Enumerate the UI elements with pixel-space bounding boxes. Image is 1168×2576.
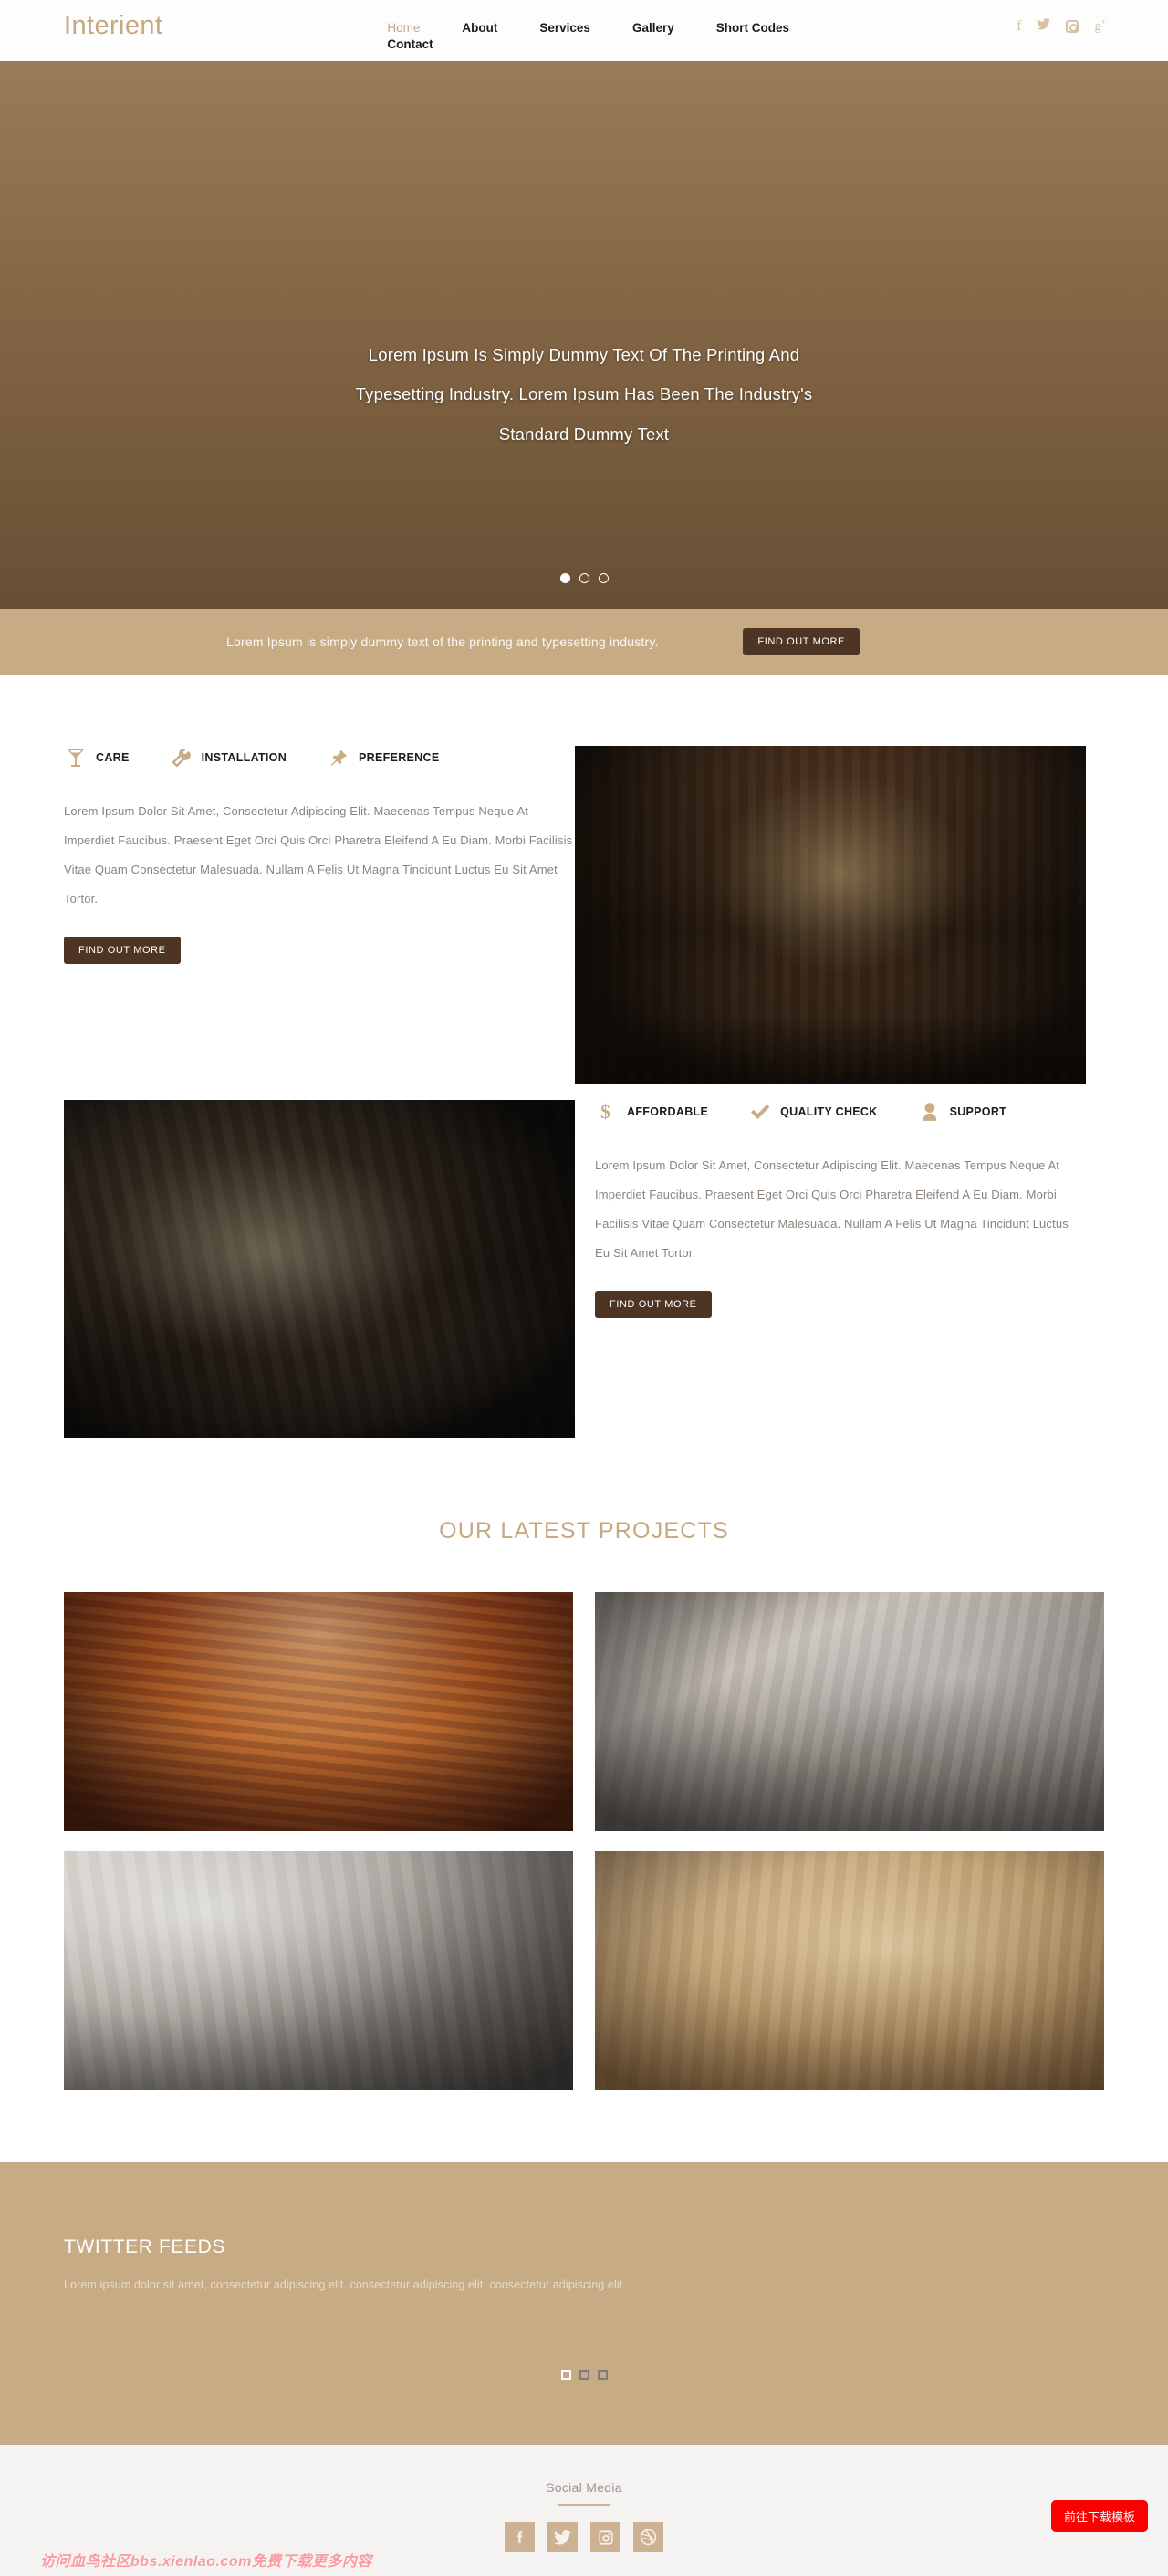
nav-item-about[interactable]: About (462, 20, 497, 37)
hero-dot-2[interactable] (579, 573, 589, 583)
nav-item-short-codes[interactable]: Short Codes (716, 20, 789, 37)
footer-divider (558, 2504, 610, 2506)
hero-caption: Lorem Ipsum Is Simply Dummy Text Of The … (0, 335, 1168, 454)
feature-one-service-row: CARE INSTALLATION PREFERENCE (64, 746, 575, 770)
service-support[interactable]: SUPPORT (918, 1100, 1007, 1124)
service-affordable[interactable]: $ AFFORDABLE (595, 1100, 708, 1124)
wrench-icon (170, 746, 193, 770)
service-preference-label: PREFERENCE (359, 751, 440, 764)
service-care[interactable]: CARE (64, 746, 130, 770)
site-header: Interient Home About Services Gallery Sh… (0, 0, 1168, 61)
feature-two-text-column: $ AFFORDABLE QUALITY CHECK SUPPORT Lorem… (575, 1100, 1086, 1319)
footer-social-heading: Social Media (546, 2480, 622, 2495)
download-template-button[interactable]: 前往下载模板 (1050, 2500, 1148, 2532)
nav-item-services[interactable]: Services (539, 20, 590, 37)
feature-one-image-column (575, 746, 1086, 1084)
user-icon (918, 1100, 942, 1124)
twitter-slider-dots (64, 2370, 1104, 2380)
twitter-dot-3[interactable] (597, 2370, 608, 2380)
feature-one-paragraph: Lorem Ipsum Dolor Sit Amet, Consectetur … (64, 804, 573, 906)
dollar-sign-icon: $ (595, 1100, 619, 1124)
site-footer: Social Media 访问血鸟社区bbs.xienlao.com免费下载更多… (0, 2445, 1168, 2576)
hero-caption-line-2: Typesetting Industry. Lorem Ipsum Has Be… (355, 384, 813, 404)
hero-caption-line-3: Standard Dummy Text (498, 424, 670, 444)
project-item-lobby-corridor[interactable] (595, 1851, 1104, 2090)
feature-one-text-column: CARE INSTALLATION PREFERENCE Lorem Ipsum… (64, 746, 575, 965)
service-installation-label: INSTALLATION (201, 751, 287, 764)
service-quality-check[interactable]: QUALITY CHECK (748, 1100, 877, 1124)
twitter-dot-1[interactable] (560, 2370, 571, 2380)
project-item-theater[interactable] (64, 1592, 573, 1831)
tagline-text: Lorem Ipsum is simply dummy text of the … (226, 634, 659, 649)
martini-glass-icon (64, 746, 88, 770)
projects-section: OUR LATEST PROJECTS (0, 1438, 1168, 2162)
hero-slider: Lorem Ipsum Is Simply Dummy Text Of The … (0, 61, 1168, 609)
feature-one-find-out-more-button[interactable]: FIND OUT MORE (64, 937, 181, 965)
features-section: CARE INSTALLATION PREFERENCE Lorem Ipsum… (0, 675, 1168, 1438)
service-quality-check-label: QUALITY CHECK (780, 1105, 878, 1118)
service-installation[interactable]: INSTALLATION (170, 746, 287, 770)
twitter-feed-text: Lorem ipsum dolor sit amet, consectetur … (64, 2278, 626, 2291)
feature-block-two: $ AFFORDABLE QUALITY CHECK SUPPORT Lorem… (64, 1100, 1104, 1438)
facebook-icon[interactable]: f (1017, 18, 1021, 34)
feature-two-service-row: $ AFFORDABLE QUALITY CHECK SUPPORT (595, 1100, 1086, 1124)
twitter-icon[interactable] (1037, 18, 1051, 34)
twitter-feeds-title: TWITTER FEEDS (64, 2236, 225, 2257)
projects-grid (64, 1592, 1104, 2090)
svg-text:$: $ (600, 1101, 610, 1123)
hero-dot-3[interactable] (598, 573, 609, 583)
hero-dot-1[interactable] (559, 573, 570, 583)
restaurant-interior-photo[interactable] (575, 746, 1086, 1084)
check-mark-icon (748, 1100, 772, 1124)
nav-item-home[interactable]: Home (387, 20, 420, 37)
feature-two-find-out-more-button[interactable]: FIND OUT MORE (595, 1291, 712, 1319)
nav-item-contact[interactable]: Contact (387, 37, 843, 53)
twitter-feeds-section: TWITTER FEEDS Lorem ipsum dolor sit amet… (0, 2162, 1168, 2445)
googleplus-icon[interactable]: g+ (1094, 18, 1106, 34)
page-root: Interient Home About Services Gallery Sh… (0, 0, 1168, 2576)
hero-slider-dots (0, 573, 1168, 583)
feature-two-image-column (64, 1100, 575, 1438)
watermark-text: 访问血鸟社区bbs.xienlao.com免费下载更多内容 (40, 2554, 372, 2570)
service-care-label: CARE (96, 751, 130, 764)
project-item-white-bedroom[interactable] (64, 1851, 573, 2090)
service-affordable-label: AFFORDABLE (627, 1105, 709, 1118)
conference-room-photo[interactable] (64, 1100, 575, 1438)
main-navigation: Home About Services Gallery Short Codes … (387, 0, 843, 53)
hero-caption-line-1: Lorem Ipsum Is Simply Dummy Text Of The … (368, 345, 800, 364)
project-item-bedroom-guitar[interactable] (595, 1592, 1104, 1831)
feature-block-one: CARE INSTALLATION PREFERENCE Lorem Ipsum… (64, 746, 1104, 1084)
site-logo[interactable]: Interient (0, 0, 162, 39)
tagline-find-out-more-button[interactable]: FIND OUT MORE (743, 628, 860, 655)
feature-two-paragraph: Lorem Ipsum Dolor Sit Amet, Consectetur … (595, 1158, 1069, 1260)
nav-item-gallery[interactable]: Gallery (632, 20, 674, 37)
header-social-links: f g+ (1017, 18, 1106, 34)
projects-title: OUR LATEST PROJECTS (439, 1518, 729, 1544)
service-support-label: SUPPORT (949, 1105, 1007, 1118)
pushpin-icon (327, 746, 350, 770)
twitter-inner: TWITTER FEEDS Lorem ipsum dolor sit amet… (64, 2236, 1104, 2380)
instagram-icon[interactable] (1066, 19, 1079, 33)
twitter-dot-2[interactable] (579, 2370, 589, 2380)
tagline-bar: Lorem Ipsum is simply dummy text of the … (0, 609, 1168, 675)
service-preference[interactable]: PREFERENCE (327, 746, 439, 770)
